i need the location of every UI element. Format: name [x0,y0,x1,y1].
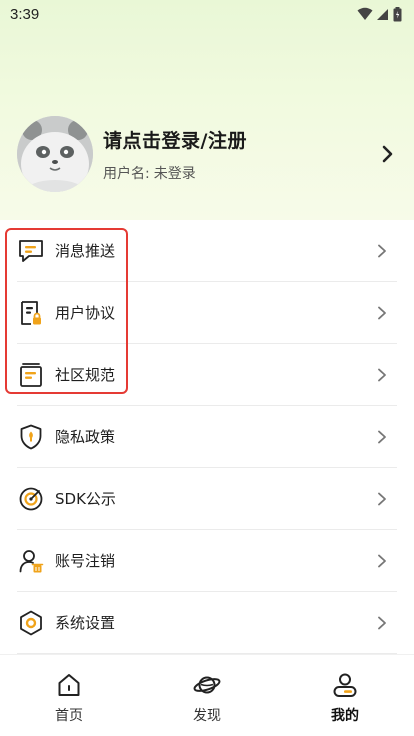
hexagon-settings-icon [20,610,42,635]
message-icon [19,239,43,262]
panda-avatar-icon [17,116,93,192]
document-lock-icon [21,300,41,325]
tab-label: 我的 [331,708,359,724]
tab-label: 首页 [55,708,83,724]
chevron-right-icon [378,554,386,567]
login-register-title[interactable]: 请点击登录/注册 [103,126,377,153]
tab-label: 发现 [193,708,221,724]
bottom-tab-bar: 首页 发现 我的 [0,654,414,736]
chevron-right-icon [378,244,386,257]
tab-home[interactable]: 首页 [0,655,138,736]
menu-item-user-agreement[interactable]: 用户协议 [17,282,397,344]
menu-item-label: 消息推送 [55,242,116,260]
menu-item-label: SDK公示 [55,490,116,508]
tab-mine[interactable]: 我的 [276,655,414,736]
home-icon [58,674,80,696]
user-delete-icon [19,549,44,572]
card-list-icon [20,362,42,387]
menu-item-privacy-policy[interactable]: 隐私政策 [17,406,397,468]
menu-item-sdk-disclosure[interactable]: SDK公示 [17,468,397,530]
chevron-right-icon[interactable] [377,144,397,164]
username-value: 未登录 [153,165,196,182]
profile-icon [333,673,357,697]
menu-item-account-deletion[interactable]: 账号注销 [17,530,397,592]
chevron-right-icon [378,616,386,629]
settings-menu: 消息推送 用户协议 社区规范 隐私政策 SDK公示 账号注销 系统设置 [0,220,414,654]
chevron-right-icon [378,306,386,319]
profile-card[interactable]: 请点击登录/注册 用户名: 未登录 [17,116,397,192]
menu-item-label: 账号注销 [55,552,116,570]
username-line: 用户名: 未登录 [103,163,377,183]
planet-icon [193,676,221,694]
menu-item-label: 系统设置 [55,614,116,632]
battery-icon [393,6,402,21]
shield-icon [20,424,42,449]
menu-item-community-rules[interactable]: 社区规范 [17,344,397,406]
menu-item-label: 隐私政策 [55,428,116,446]
status-icons [357,6,402,22]
status-bar: 3:39 [0,0,414,28]
target-icon [19,487,43,510]
tab-discover[interactable]: 发现 [138,655,276,736]
username-label: 用户名: [103,165,150,182]
chevron-right-icon [378,492,386,505]
avatar[interactable] [17,116,93,192]
menu-item-message-push[interactable]: 消息推送 [17,220,397,282]
chevron-right-icon [378,368,386,381]
chevron-right-icon [378,430,386,443]
menu-item-system-settings[interactable]: 系统设置 [17,592,397,654]
signal-icon [377,9,388,20]
menu-item-label: 用户协议 [55,304,116,322]
status-time: 3:39 [10,5,40,23]
profile-text: 请点击登录/注册 用户名: 未登录 [103,126,377,183]
menu-item-label: 社区规范 [55,366,116,384]
wifi-icon [357,7,373,20]
